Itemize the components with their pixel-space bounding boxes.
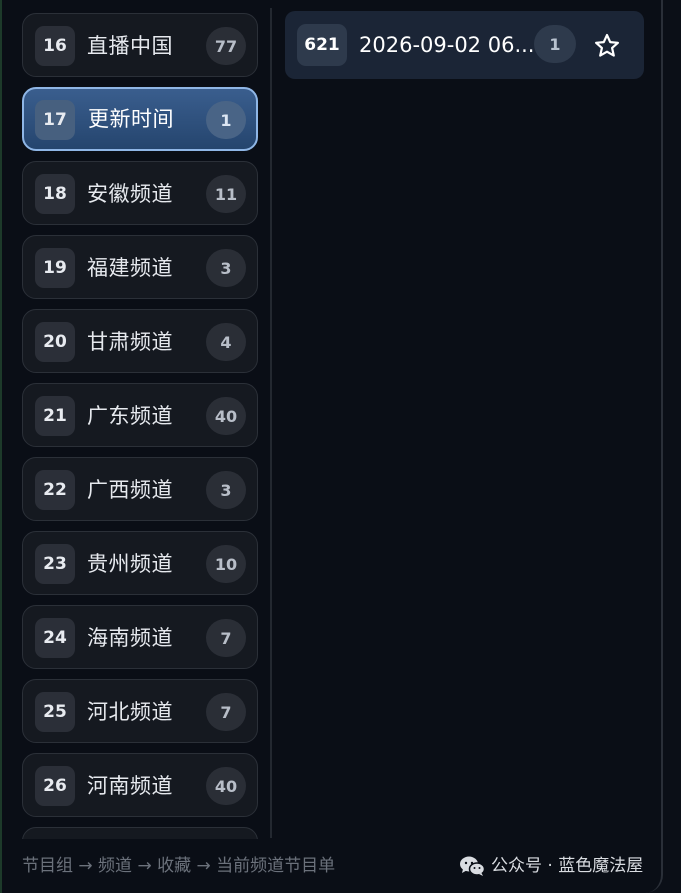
group-count-badge: 40 xyxy=(206,397,246,435)
program-item[interactable]: 621 2026-09-02 06... 1 xyxy=(285,11,644,79)
group-count-badge: 1 xyxy=(206,101,246,139)
group-count-badge: 77 xyxy=(206,27,246,65)
group-label: 直播中国 xyxy=(87,34,173,58)
group-count-badge: 7 xyxy=(206,619,246,657)
group-count-badge: 4 xyxy=(206,323,246,361)
group-count-badge: 3 xyxy=(206,249,246,287)
group-item[interactable]: 25 河北频道 7 xyxy=(22,679,258,743)
group-number: 22 xyxy=(35,470,75,510)
group-label: 河南频道 xyxy=(87,774,173,798)
group-label: 广东频道 xyxy=(87,404,173,428)
wechat-icon xyxy=(460,856,485,876)
group-label: 广西频道 xyxy=(87,478,173,502)
group-number: 25 xyxy=(35,692,75,732)
group-count-badge: 11 xyxy=(206,175,246,213)
group-item[interactable]: 18 安徽频道 11 xyxy=(22,161,258,225)
group-label: 甘肃频道 xyxy=(87,330,173,354)
group-item[interactable]: 23 贵州频道 10 xyxy=(22,531,258,595)
group-label: 福建频道 xyxy=(87,256,173,280)
group-item[interactable]: 22 广西频道 3 xyxy=(22,457,258,521)
program-number: 621 xyxy=(297,24,347,66)
group-item[interactable]: 24 海南频道 7 xyxy=(22,605,258,669)
group-item[interactable]: 19 福建频道 3 xyxy=(22,235,258,299)
group-label: 海南频道 xyxy=(87,626,173,650)
group-number: 23 xyxy=(35,544,75,584)
watermark-text: 公众号 · 蓝色魔法屋 xyxy=(491,856,644,876)
program-time: 2026-09-02 06... xyxy=(359,33,535,57)
group-item-partial[interactable] xyxy=(22,827,258,839)
group-item-active[interactable]: 17 更新时间 1 xyxy=(22,87,258,151)
group-label: 河北频道 xyxy=(87,700,173,724)
group-item[interactable]: 21 广东频道 40 xyxy=(22,383,258,447)
group-label: 贵州频道 xyxy=(87,552,173,576)
group-count-badge: 3 xyxy=(206,471,246,509)
group-number: 16 xyxy=(35,26,75,66)
group-label: 安徽频道 xyxy=(87,182,173,206)
group-list[interactable]: 16 直播中国 77 17 更新时间 1 18 安徽频道 11 19 福建频道 … xyxy=(22,13,259,839)
group-number: 26 xyxy=(35,766,75,806)
group-count-badge: 40 xyxy=(206,767,246,805)
group-label: 更新时间 xyxy=(88,107,174,131)
group-item[interactable]: 26 河南频道 40 xyxy=(22,753,258,817)
group-count-badge: 10 xyxy=(206,545,246,583)
group-count-badge: 7 xyxy=(206,693,246,731)
group-number: 24 xyxy=(35,618,75,658)
group-number: 17 xyxy=(35,100,75,140)
group-number: 20 xyxy=(35,322,75,362)
group-number: 19 xyxy=(35,248,75,288)
navigation-hint: 节目组 → 频道 → 收藏 → 当前频道节目单 xyxy=(22,856,336,876)
panel-divider xyxy=(270,8,272,838)
star-outline-icon[interactable] xyxy=(593,32,621,60)
group-item[interactable]: 20 甘肃频道 4 xyxy=(22,309,258,373)
group-number: 18 xyxy=(35,174,75,214)
program-count-badge: 1 xyxy=(534,25,576,63)
window-edge xyxy=(0,0,2,893)
group-item[interactable]: 16 直播中国 77 xyxy=(22,13,258,77)
group-number: 21 xyxy=(35,396,75,436)
watermark: 公众号 · 蓝色魔法屋 xyxy=(459,852,643,880)
